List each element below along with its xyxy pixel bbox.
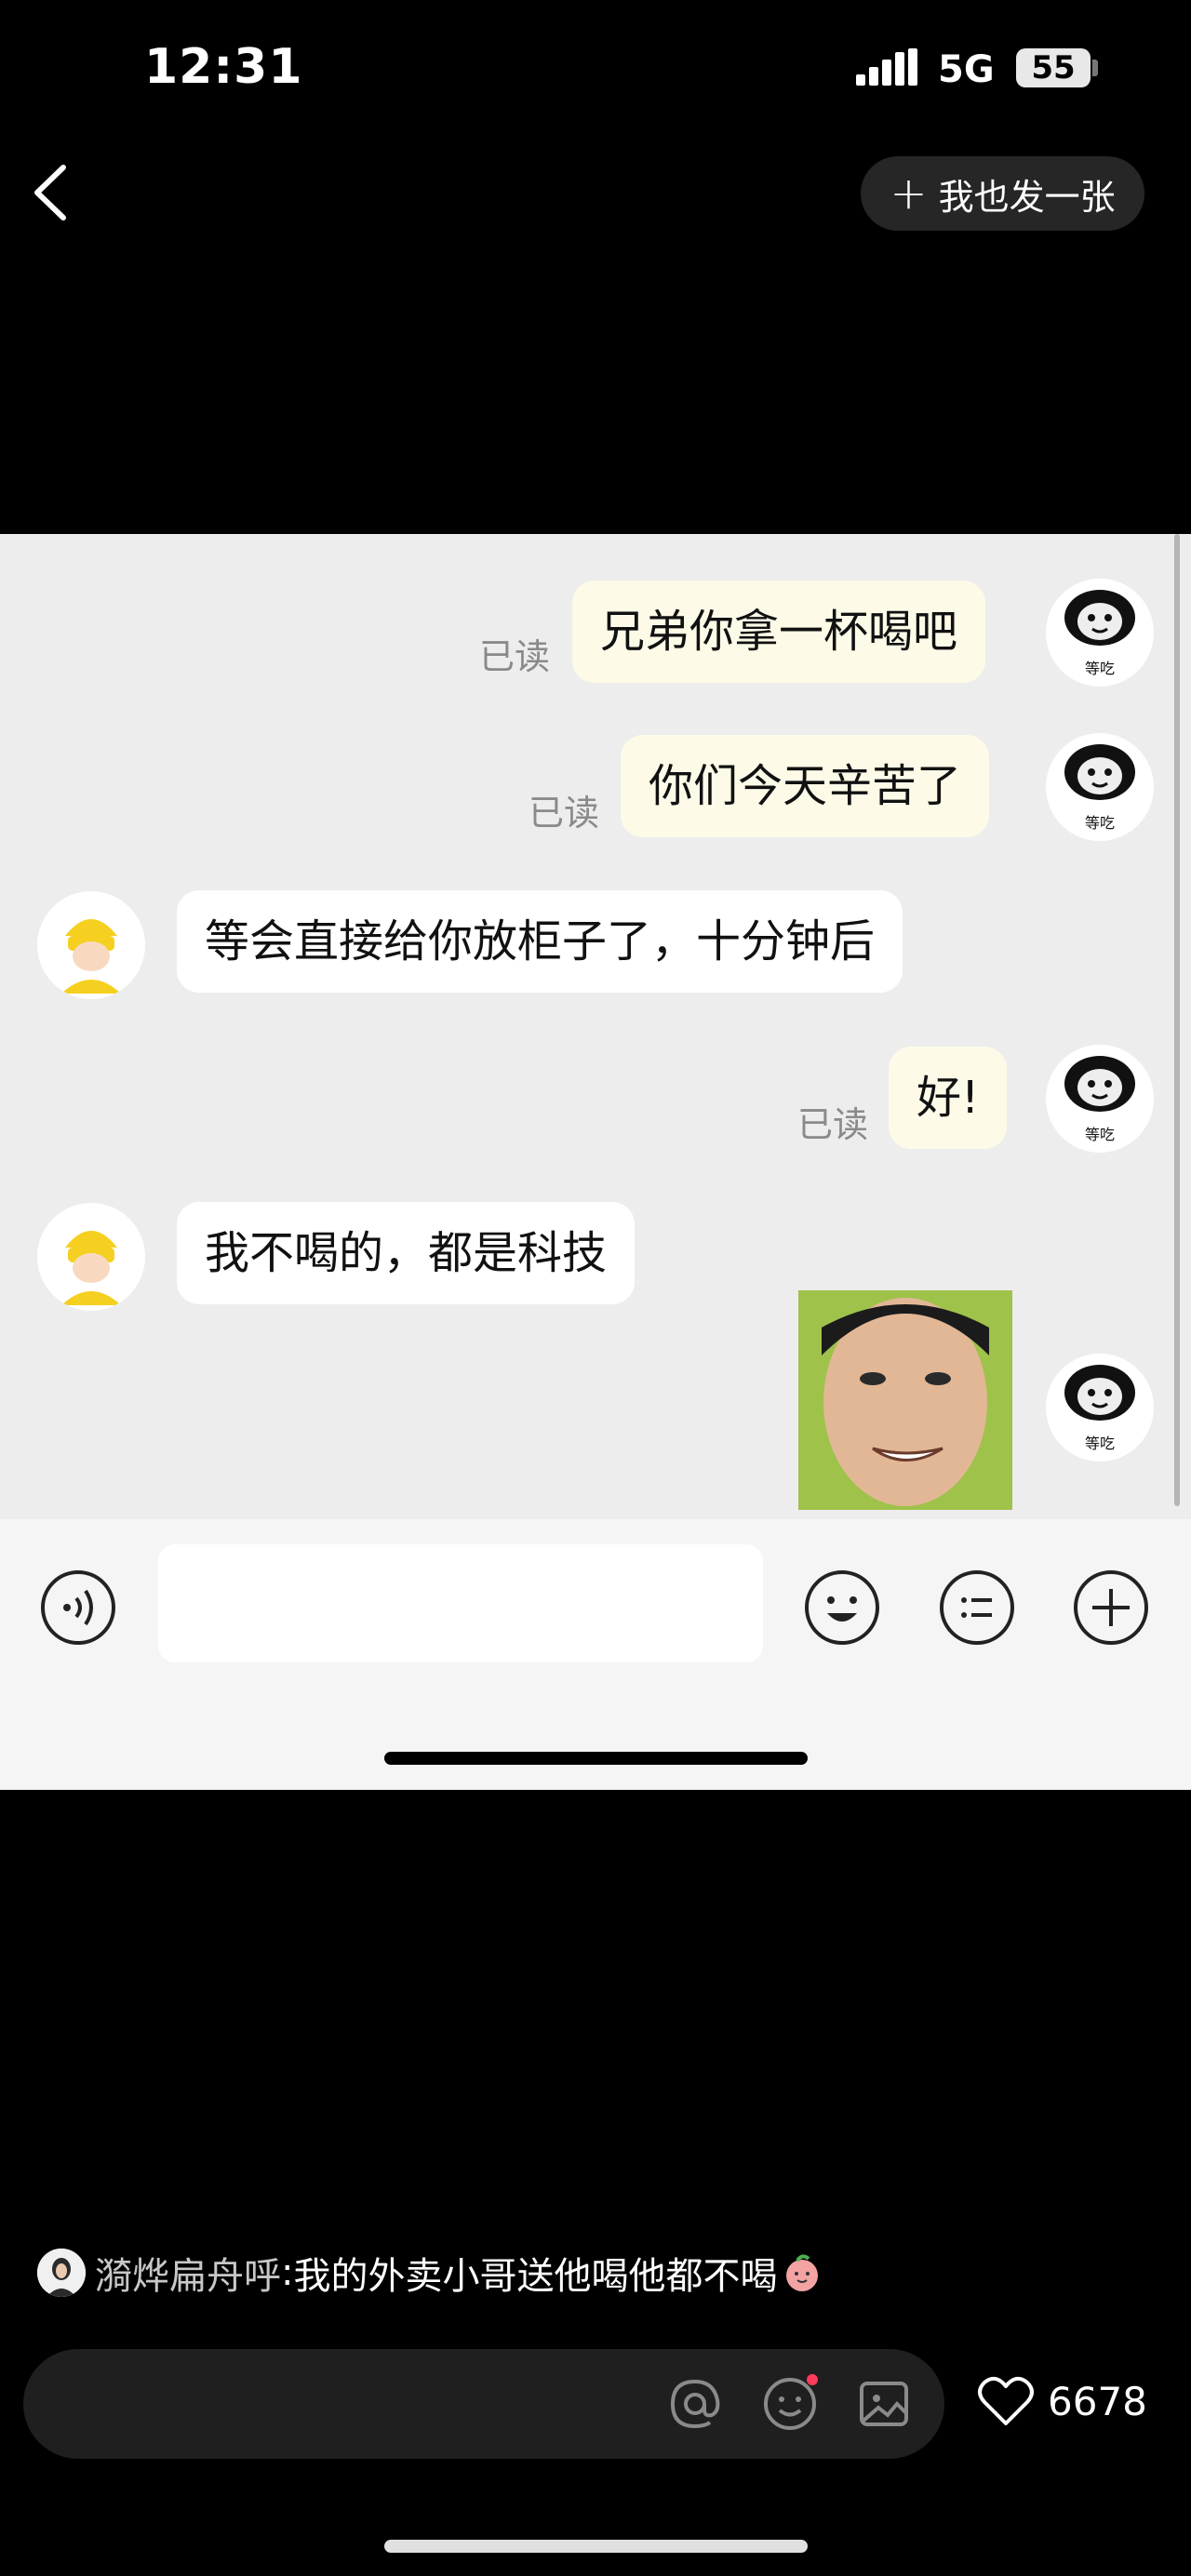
message-input[interactable] xyxy=(158,1544,763,1662)
add-icon[interactable] xyxy=(1072,1568,1150,1647)
avatar-caption: 等吃 xyxy=(1085,1126,1115,1143)
status-time: 12:31 xyxy=(144,39,303,95)
rider-avatar xyxy=(37,1203,145,1311)
comment-separator: : xyxy=(281,2251,294,2294)
emoji-icon[interactable] xyxy=(803,1568,881,1647)
featured-comment[interactable]: 漪烨扁舟呼 : 我的外卖小哥送他喝他都不喝 xyxy=(37,2246,823,2300)
like-button[interactable]: 6678 xyxy=(977,2375,1147,2427)
read-receipt: 已读 xyxy=(479,636,551,677)
back-icon[interactable] xyxy=(28,160,74,225)
post-button-label: 我也发一张 xyxy=(938,176,1116,218)
rider-avatar xyxy=(37,891,145,999)
commenter-avatar xyxy=(37,2249,86,2297)
panda-avatar: 等吃 xyxy=(1046,1045,1154,1153)
heart-icon xyxy=(978,2376,1034,2425)
panda-avatar: 等吃 xyxy=(1046,733,1154,841)
chat-bubble-me: 好! xyxy=(889,1047,1008,1149)
commenter-name: 漪烨扁舟呼 xyxy=(95,2255,281,2298)
chat-bubble-other: 等会直接给你放柜子了，十分钟后 xyxy=(177,890,903,993)
menu-icon[interactable] xyxy=(938,1568,1016,1647)
read-receipt: 已读 xyxy=(797,1104,869,1145)
plus-icon: + xyxy=(890,167,928,220)
avatar-caption: 等吃 xyxy=(1085,1435,1115,1452)
battery-tip xyxy=(1092,60,1098,76)
home-indicator xyxy=(384,1752,808,1765)
smile-icon[interactable] xyxy=(760,2374,820,2434)
peach-emoji-icon xyxy=(781,2251,823,2294)
panda-avatar: 等吃 xyxy=(1046,1354,1154,1462)
network-type: 5G xyxy=(938,48,995,91)
read-receipt: 已读 xyxy=(529,793,600,834)
at-icon[interactable] xyxy=(665,2374,725,2434)
battery-indicator: 55 xyxy=(1016,48,1091,87)
image-icon[interactable] xyxy=(854,2374,914,2434)
chat-bubble-me: 兄弟你拿一杯喝吧 xyxy=(572,581,986,683)
panda-avatar: 等吃 xyxy=(1046,579,1154,687)
post-one-too-button[interactable]: + 我也发一张 xyxy=(861,156,1144,231)
avatar-caption: 等吃 xyxy=(1085,814,1115,832)
sent-meme-image[interactable] xyxy=(798,1290,1012,1510)
signal-icon xyxy=(856,48,917,86)
scroll-indicator xyxy=(1174,534,1180,1506)
like-count: 6678 xyxy=(1048,2378,1147,2424)
avatar-caption: 等吃 xyxy=(1085,660,1115,677)
chat-bubble-other: 我不喝的，都是科技 xyxy=(177,1202,636,1304)
comment-text: 我的外卖小哥送他喝他都不喝 xyxy=(293,2255,778,2298)
home-indicator xyxy=(384,2540,808,2553)
voice-icon[interactable] xyxy=(39,1568,117,1647)
chat-bubble-me: 你们今天辛苦了 xyxy=(621,735,990,837)
